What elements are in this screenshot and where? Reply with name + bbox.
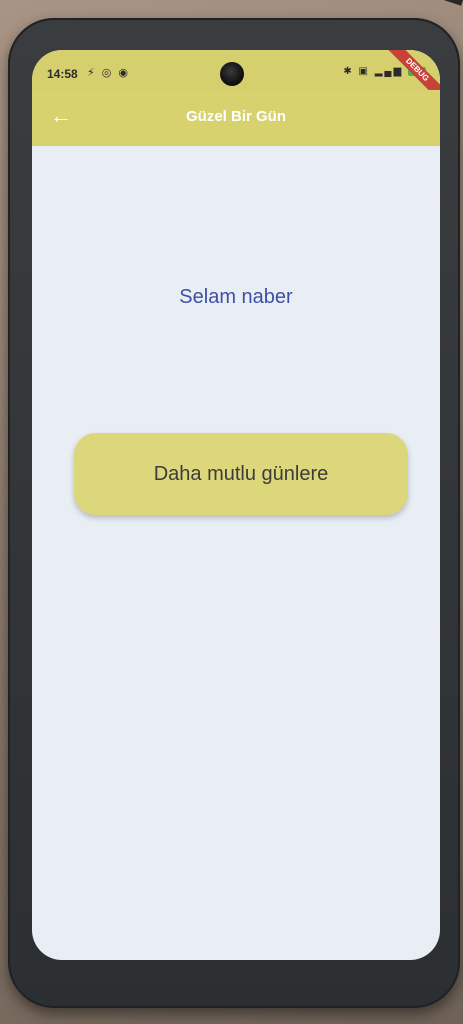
notification-icons: ⚡ ◎ ◉ bbox=[87, 67, 131, 79]
app-title: Güzel Bir Gün bbox=[185, 108, 286, 125]
photo-scene: 14:58 ⚡ ◎ ◉ ✱ ▣ ▂▄▆ DEBUG ← Güzel Bir Gü… bbox=[0, 0, 463, 1024]
app-bar: ← Güzel Bir Gün bbox=[32, 90, 440, 146]
phone-screen: 14:58 ⚡ ◎ ◉ ✱ ▣ ▂▄▆ DEBUG ← Güzel Bir Gü… bbox=[32, 50, 440, 960]
signal-icons: ✱ ▣ ▂▄▆ bbox=[343, 66, 404, 77]
status-bar: 14:58 ⚡ ◎ ◉ ✱ ▣ ▂▄▆ DEBUG bbox=[32, 50, 440, 107]
phone-frame: 14:58 ⚡ ◎ ◉ ✱ ▣ ▂▄▆ DEBUG ← Güzel Bir Gü… bbox=[8, 18, 460, 1008]
greeting-text: Selam naber bbox=[179, 286, 293, 308]
status-time: 14:58 bbox=[47, 67, 78, 81]
front-camera bbox=[220, 62, 244, 86]
happy-days-button[interactable]: Daha mutlu günlere bbox=[74, 433, 408, 515]
